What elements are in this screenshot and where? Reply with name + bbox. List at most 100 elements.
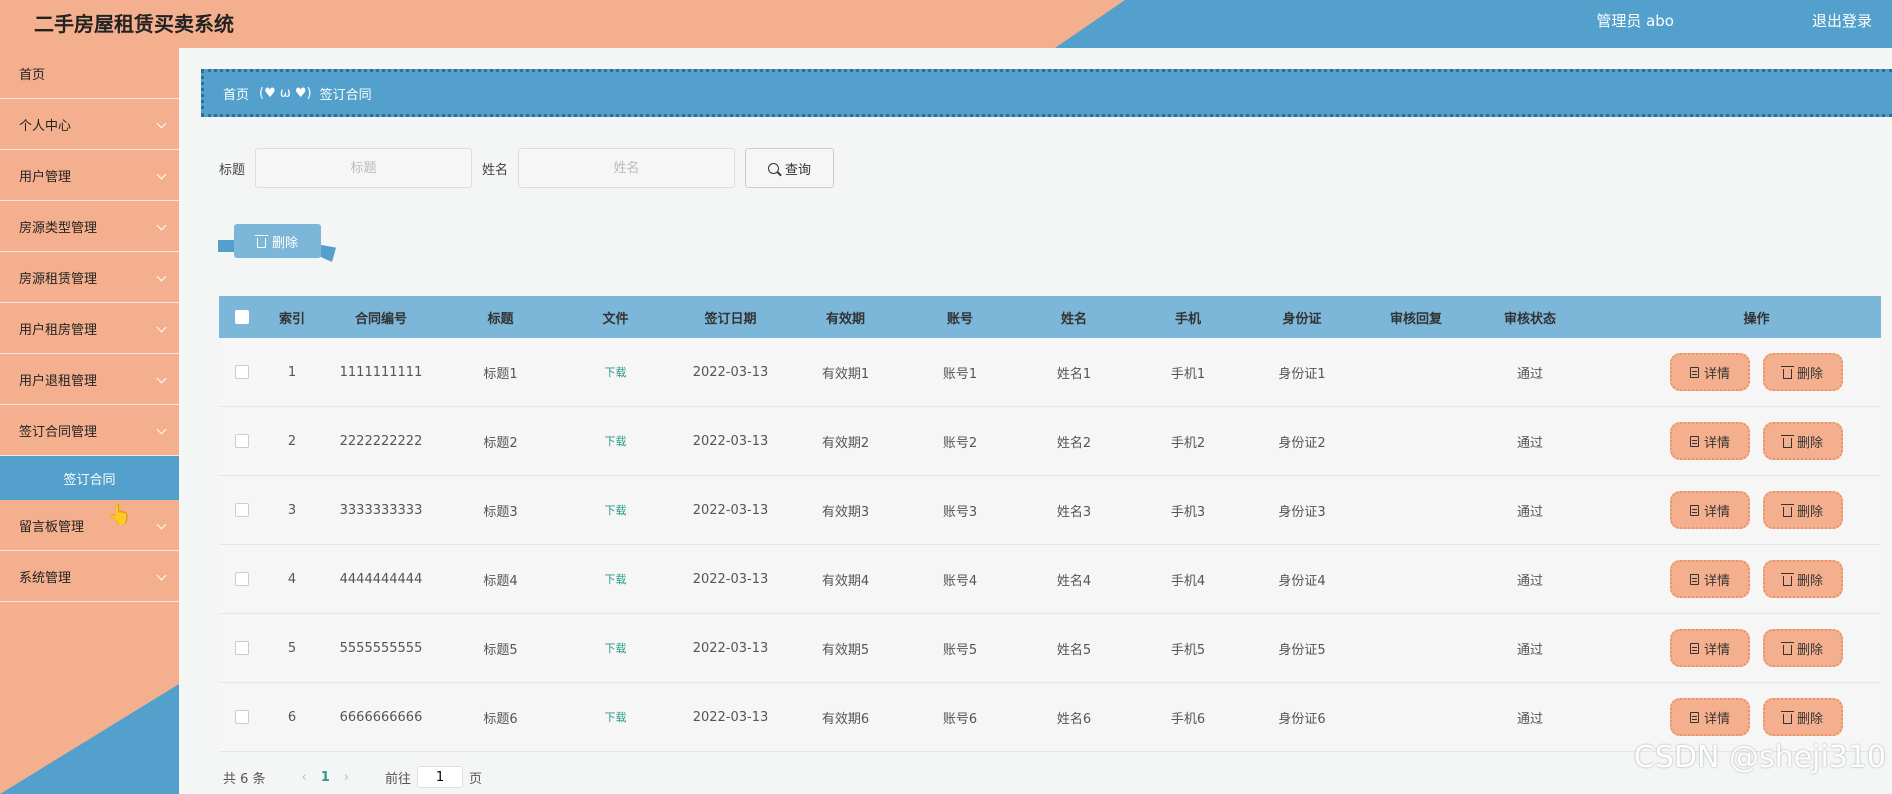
cell-valid: 有效期6 (821, 711, 870, 727)
title-label: 标题 (219, 162, 246, 178)
row-actions: 详情 删除 (1587, 698, 1892, 736)
sidebar-item-4[interactable]: 房源租赁管理 (0, 252, 179, 303)
search-icon (768, 162, 780, 174)
delete-button-label: 删除 (1796, 504, 1823, 520)
row-checkbox[interactable] (235, 572, 249, 586)
cell-account: 账号5 (942, 642, 978, 658)
column-header: 索引 (278, 311, 305, 327)
watermark: CSDN @sheji310 (1633, 740, 1886, 775)
delete-button[interactable]: 删除 (1763, 629, 1843, 667)
name-search-input[interactable] (518, 148, 736, 188)
cell-contract-no: 3333333333 (339, 502, 423, 518)
delete-button[interactable]: 删除 (1763, 560, 1843, 598)
download-link[interactable]: 下载 (605, 435, 627, 448)
next-page-icon[interactable]: › (344, 770, 349, 785)
table-row: 3 3333333333 标题3 下载 2022-03-13 有效期3 账号3 姓名3 手机3 身… (219, 476, 1881, 545)
current-user: 管理员 abo (1596, 12, 1674, 30)
download-link[interactable]: 下载 (605, 642, 627, 655)
detail-button[interactable]: 详情 (1670, 353, 1750, 391)
delete-button[interactable]: 删除 (1763, 491, 1843, 529)
row-select-cell (219, 434, 265, 448)
cell-id-card: 身份证1 (1278, 366, 1326, 382)
sidebar-item-6[interactable]: 用户退租管理 (0, 354, 179, 405)
column-header: 合同编号 (354, 311, 407, 327)
document-icon (1689, 366, 1699, 378)
row-checkbox[interactable] (235, 641, 249, 655)
detail-button[interactable]: 详情 (1670, 422, 1750, 460)
detail-button-label: 详情 (1703, 573, 1730, 589)
cell-contract-no: 4444444444 (339, 571, 423, 587)
cell-account: 账号3 (942, 504, 978, 520)
cell-phone: 手机1 (1170, 366, 1206, 382)
logout-link[interactable]: 退出登录 (1812, 10, 1872, 31)
query-button-label: 查询 (785, 162, 812, 178)
cell-index: 3 (287, 502, 297, 518)
download-link[interactable]: 下载 (605, 504, 627, 517)
sidebar-item-7[interactable]: 签订合同管理 (0, 405, 179, 456)
chevron-down-icon (156, 271, 167, 282)
column-header: 姓名 (1060, 311, 1087, 327)
cell-name: 姓名4 (1056, 573, 1092, 589)
total-count: 共 6 条 (223, 771, 266, 787)
column-header: 审核回复 (1389, 311, 1442, 327)
cell-phone: 手机4 (1170, 573, 1206, 589)
row-checkbox[interactable] (235, 365, 249, 379)
name-label: 姓名 (482, 162, 509, 178)
cell-valid: 有效期3 (821, 504, 870, 520)
sidebar-item-5[interactable]: 用户租房管理 (0, 303, 179, 354)
row-select-cell (219, 503, 265, 517)
sidebar-item-3[interactable]: 房源类型管理 (0, 201, 179, 252)
title-search-input[interactable] (255, 148, 473, 188)
sidebar-decoration (0, 684, 179, 794)
sidebar-item-9[interactable]: 系统管理 (0, 551, 179, 602)
chevron-down-icon (156, 424, 167, 435)
sidebar-item-label: 系统管理 (19, 570, 72, 586)
sidebar-item-8[interactable]: 留言板管理 (0, 500, 179, 551)
chevron-down-icon (156, 519, 167, 530)
row-actions: 详情 删除 (1587, 629, 1892, 667)
trash-icon (1780, 641, 1794, 655)
download-link[interactable]: 下载 (605, 711, 627, 724)
sidebar-item-label: 用户租房管理 (19, 322, 98, 338)
cell-phone: 手机5 (1170, 642, 1206, 658)
detail-button[interactable]: 详情 (1670, 698, 1750, 736)
select-all-checkbox[interactable] (235, 310, 249, 324)
delete-button[interactable]: 删除 (1763, 698, 1843, 736)
delete-button[interactable]: 删除 (1763, 353, 1843, 391)
contract-table: 索引 合同编号 标题 文件 签订日期 有效期 账号 姓名 手机 身份证 审核回复 审核状态 操作 1 11… (219, 296, 1881, 752)
sidebar-item-0[interactable]: 首页 (0, 48, 179, 99)
prev-page-icon[interactable]: ‹ (302, 770, 307, 785)
trash-icon (1780, 710, 1794, 724)
download-link[interactable]: 下载 (605, 573, 627, 586)
sidebar-item-2[interactable]: 用户管理 (0, 150, 179, 201)
delete-button[interactable]: 删除 (1763, 422, 1843, 460)
row-checkbox[interactable] (235, 434, 249, 448)
sidebar-item-1[interactable]: 个人中心 (0, 99, 179, 150)
goto-prefix: 前往 (385, 771, 412, 787)
detail-button[interactable]: 详情 (1670, 560, 1750, 598)
column-header: 签订日期 (704, 311, 757, 327)
bulk-delete-button[interactable]: 删除 (234, 224, 321, 258)
row-checkbox[interactable] (235, 710, 249, 724)
detail-button[interactable]: 详情 (1670, 629, 1750, 667)
cell-id-card: 身份证3 (1278, 504, 1326, 520)
sidebar-subitem-active[interactable]: 签订合同 (0, 456, 179, 500)
bulk-delete-label: 删除 (271, 235, 298, 251)
cell-date: 2022-03-13 (692, 433, 769, 449)
column-header: 文件 (602, 311, 629, 327)
download-link[interactable]: 下载 (605, 366, 627, 379)
row-actions: 详情 删除 (1587, 422, 1892, 460)
query-button[interactable]: 查询 (745, 148, 835, 188)
cell-date: 2022-03-13 (692, 571, 769, 587)
detail-button[interactable]: 详情 (1670, 491, 1750, 529)
breadcrumb-home[interactable]: 首页 (223, 84, 249, 103)
row-checkbox[interactable] (235, 503, 249, 517)
cell-status: 通过 (1516, 642, 1543, 658)
sidebar-item-label: 首页 (19, 67, 46, 83)
cell-name: 姓名3 (1056, 504, 1092, 520)
page-number[interactable]: 1 (321, 770, 330, 785)
cell-status: 通过 (1516, 711, 1543, 727)
delete-button-label: 删除 (1796, 366, 1823, 382)
page-jump-input[interactable] (417, 766, 464, 788)
bulk-delete-wrapper: 删除 (218, 224, 336, 262)
